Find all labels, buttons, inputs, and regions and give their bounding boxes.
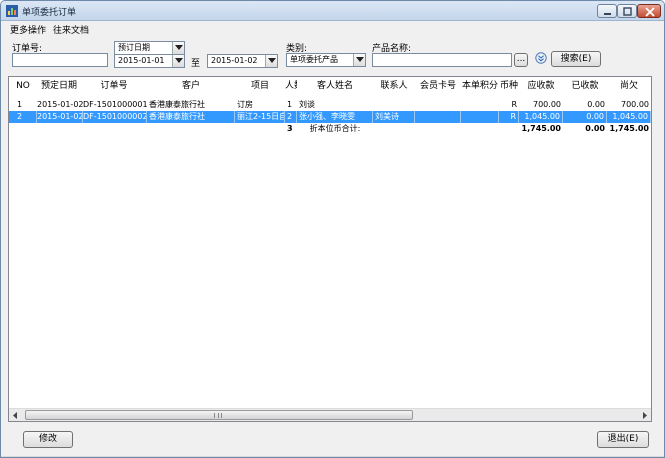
date-to-value: 2015-01-02 [211,56,258,65]
menu-bar: 更多操作 往来文档 [1,21,664,36]
col-owed[interactable]: 尚欠 [607,77,651,95]
order-no-input[interactable] [12,53,108,67]
date-from-value: 2015-01-01 [118,56,165,65]
col-project[interactable]: 项目 [235,77,285,95]
orders-grid[interactable]: NO 预定日期 订单号 客户 项目 人数 客人姓名 联系人 会员卡号 本单积分 … [8,76,652,422]
date-to-dropdown[interactable] [265,55,277,67]
cell-no: 2 [15,111,37,123]
horizontal-scrollbar[interactable] [9,408,651,421]
cell-customer: 香港康泰旅行社 [149,100,205,109]
chevron-down-icon [356,57,364,62]
date-from-picker[interactable]: 2015-01-01 [114,54,185,68]
cell-received: 0.00 [587,100,605,109]
chevron-down-icon [268,58,276,63]
cell-people: 1 [287,100,293,109]
col-points[interactable]: 本单积分 [461,77,499,95]
col-booking-date[interactable]: 预定日期 [37,77,81,95]
cell-owed: 700.00 [621,100,649,109]
date-type-select[interactable]: 预订日期 [114,41,185,55]
cell-guest: 刘谈 [299,100,315,109]
category-select[interactable]: 单项委托产品 [286,53,366,67]
category-dropdown[interactable] [353,54,365,66]
grip-icon [214,413,222,418]
menu-more-actions[interactable]: 更多操作 [10,23,46,36]
exit-button[interactable]: 退出(E) [597,431,649,448]
col-no[interactable]: NO [9,77,37,95]
maximize-button[interactable] [617,4,637,18]
arrow-right-icon [643,412,647,419]
arrow-left-icon [13,412,17,419]
cell-points [461,99,499,111]
scroll-thumb[interactable] [25,410,413,420]
category-value: 单项委托产品 [290,55,338,64]
cell-date: 2015-01-02 [37,111,83,123]
total-receivable: 1,745.00 [521,124,561,133]
col-currency[interactable]: 币种 [499,77,519,95]
cell-owed: 1,045.00 [607,111,651,123]
table-row-selected[interactable]: 2 2015-01-02 DF-1501000002 香港康泰旅行社 丽江2-1… [9,111,651,123]
cell-project: 丽江2-15日自 [237,111,285,123]
minimize-icon [604,13,611,15]
cell-currency: R [511,100,517,109]
scroll-right-button[interactable] [638,409,651,421]
cell-order-no: DF-1501000001 [83,100,147,109]
main-window: 单项委托订单 更多操作 往来文档 订单号: 预订日期 2015-01-01 至 … [0,0,665,458]
date-to-picker[interactable]: 2015-01-02 [207,54,278,68]
cell-order-no: DF-1501000002 [83,111,147,123]
browse-button[interactable]: ... [514,53,528,67]
cell-contact: 刘美诗 [373,111,415,123]
title-bar: 单项委托订单 [1,1,664,21]
minimize-button[interactable] [597,4,617,18]
col-people[interactable]: 人数 [285,77,297,95]
scroll-left-button[interactable] [9,409,22,421]
col-order-no[interactable]: 订单号 [81,77,147,95]
col-member-card[interactable]: 会员卡号 [415,77,461,95]
cell-card [415,111,461,123]
chevron-down-icon [175,45,183,50]
cell-contact [373,99,415,111]
product-name-input[interactable] [372,53,512,67]
to-label: 至 [191,59,201,69]
cell-currency: R [499,111,519,123]
cell-project: 订房 [237,100,253,109]
menu-documents[interactable]: 往来文档 [53,23,89,36]
chevron-down-icon [175,58,183,63]
edit-button[interactable]: 修改 [23,431,73,448]
app-icon [6,5,18,17]
total-label: 折本位币合计: [309,124,361,133]
dropdown-arrow[interactable] [172,42,184,54]
cell-card [415,99,461,111]
col-receivable[interactable]: 应收款 [519,77,563,95]
total-people: 3 [287,124,293,133]
cell-receivable: 700.00 [533,100,561,109]
cell-date: 2015-01-02 [37,100,83,109]
cell-people: 2 [285,111,297,123]
maximize-icon [623,7,632,16]
date-type-value: 预订日期 [118,43,150,52]
total-row: 3 折本位币合计: 1,745.00 0.00 1,745.00 [9,123,651,135]
expand-down-icon[interactable] [535,52,547,64]
col-received[interactable]: 已收款 [563,77,607,95]
table-row[interactable]: 1 2015-01-02 DF-1501000001 香港康泰旅行社 订房 1 … [9,99,651,111]
col-customer[interactable]: 客户 [147,77,235,95]
total-received: 0.00 [585,124,605,133]
cell-guest: 张小强、李晓雯 [297,111,373,123]
total-owed: 1,745.00 [609,124,649,133]
col-guest-name[interactable]: 客人姓名 [297,77,373,95]
window-title: 单项委托订单 [22,8,77,18]
col-contact[interactable]: 联系人 [373,77,415,95]
cell-received: 0.00 [563,111,607,123]
date-from-dropdown[interactable] [172,55,184,67]
close-icon [645,7,655,17]
cell-no: 1 [17,100,23,109]
cell-points [461,111,499,123]
close-button[interactable] [637,4,661,18]
grid-header: NO 预定日期 订单号 客户 项目 人数 客人姓名 联系人 会员卡号 本单积分 … [9,77,651,95]
cell-customer: 香港康泰旅行社 [147,111,235,123]
cell-receivable: 1,045.00 [519,111,563,123]
search-button[interactable]: 搜索(E) [551,51,601,67]
